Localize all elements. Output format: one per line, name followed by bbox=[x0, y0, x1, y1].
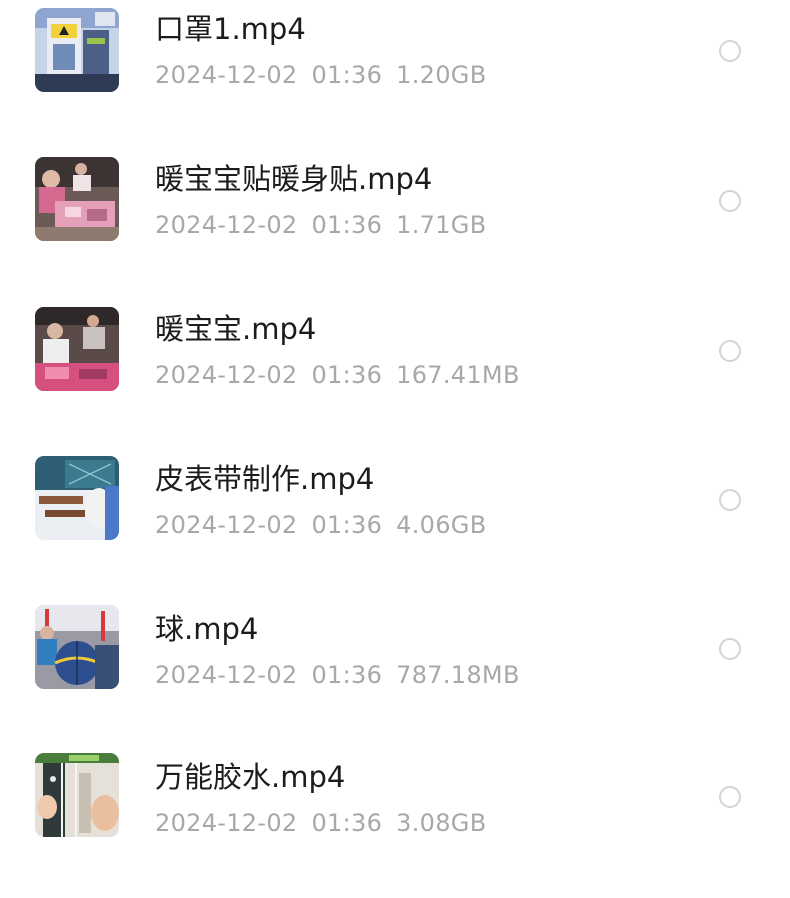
file-meta: 2024-12-02 01:36 1.71GB bbox=[155, 210, 486, 240]
file-row-ball-video[interactable]: 球.mp4 2024-12-02 01:36 787.18MB bbox=[0, 600, 790, 750]
workshop-video-thumbnail bbox=[35, 157, 119, 241]
file-time: 01:36 bbox=[311, 809, 383, 837]
select-radio-button[interactable] bbox=[719, 786, 741, 808]
file-row-mask-video[interactable]: 口罩1.mp4 2024-12-02 01:36 1.20GB bbox=[0, 0, 790, 150]
file-date: 2024-12-02 bbox=[155, 61, 298, 89]
file-date: 2024-12-02 bbox=[155, 511, 298, 539]
file-row-heat-pack-video[interactable]: 暖宝宝.mp4 2024-12-02 01:36 167.41MB bbox=[0, 300, 790, 450]
select-radio-button[interactable] bbox=[719, 638, 741, 660]
select-radio-button[interactable] bbox=[719, 190, 741, 212]
file-list: 口罩1.mp4 2024-12-02 01:36 1.20GB 暖宝宝贴暖身贴.mp… bbox=[0, 0, 790, 848]
glue-video-thumbnail bbox=[35, 753, 119, 837]
file-name: 皮表带制作.mp4 bbox=[155, 462, 375, 496]
select-radio-button[interactable] bbox=[719, 489, 741, 511]
factory-video-thumbnail bbox=[35, 307, 119, 391]
file-date: 2024-12-02 bbox=[155, 361, 298, 389]
file-size: 1.71GB bbox=[396, 211, 487, 239]
file-name: 万能胶水.mp4 bbox=[155, 760, 346, 794]
file-meta: 2024-12-02 01:36 1.20GB bbox=[155, 60, 486, 90]
file-time: 01:36 bbox=[311, 511, 383, 539]
select-radio-button[interactable] bbox=[719, 340, 741, 362]
file-row-leather-strap-video[interactable]: 皮表带制作.mp4 2024-12-02 01:36 4.06GB bbox=[0, 450, 790, 600]
file-meta: 2024-12-02 01:36 3.08GB bbox=[155, 808, 486, 838]
file-meta: 2024-12-02 01:36 167.41MB bbox=[155, 360, 520, 390]
file-name: 口罩1.mp4 bbox=[155, 12, 306, 46]
file-time: 01:36 bbox=[311, 661, 383, 689]
file-row-heat-patch-video[interactable]: 暖宝宝贴暖身贴.mp4 2024-12-02 01:36 1.71GB bbox=[0, 150, 790, 300]
file-name: 暖宝宝.mp4 bbox=[155, 312, 317, 346]
file-time: 01:36 bbox=[311, 61, 383, 89]
file-date: 2024-12-02 bbox=[155, 661, 298, 689]
file-name: 暖宝宝贴暖身贴.mp4 bbox=[155, 162, 433, 196]
file-meta: 2024-12-02 01:36 4.06GB bbox=[155, 510, 486, 540]
file-date: 2024-12-02 bbox=[155, 211, 298, 239]
file-size: 787.18MB bbox=[396, 661, 520, 689]
file-meta: 2024-12-02 01:36 787.18MB bbox=[155, 660, 520, 690]
machine-video-thumbnail bbox=[35, 8, 119, 92]
basketball-video-thumbnail bbox=[35, 605, 119, 689]
file-size: 4.06GB bbox=[396, 511, 487, 539]
file-size: 1.20GB bbox=[396, 61, 487, 89]
file-name: 球.mp4 bbox=[155, 612, 259, 646]
file-time: 01:36 bbox=[311, 361, 383, 389]
file-date: 2024-12-02 bbox=[155, 809, 298, 837]
file-size: 3.08GB bbox=[396, 809, 487, 837]
file-time: 01:36 bbox=[311, 211, 383, 239]
file-size: 167.41MB bbox=[396, 361, 520, 389]
file-row-glue-video[interactable]: 万能胶水.mp4 2024-12-02 01:36 3.08GB bbox=[0, 748, 790, 898]
leather-strap-video-thumbnail bbox=[35, 456, 119, 540]
select-radio-button[interactable] bbox=[719, 40, 741, 62]
